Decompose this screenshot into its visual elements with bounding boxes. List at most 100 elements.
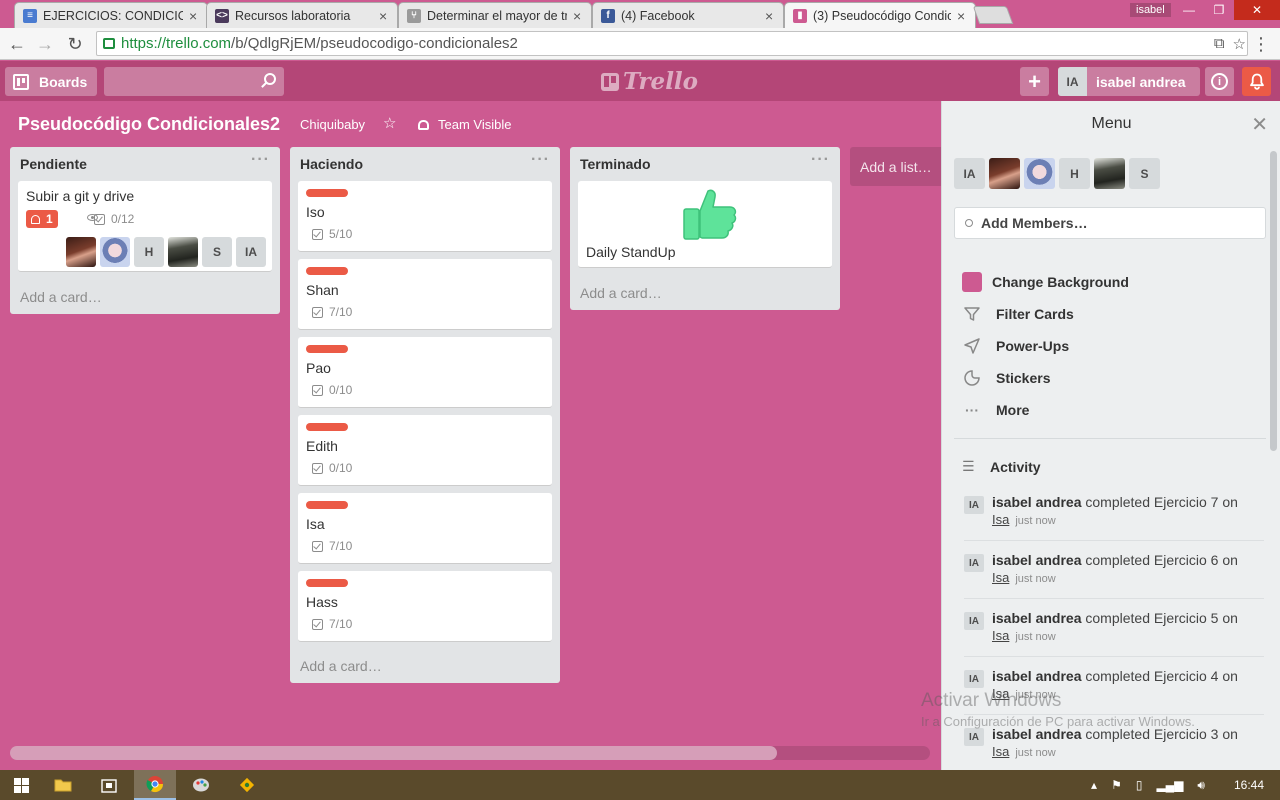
avatar[interactable]: S bbox=[1129, 158, 1160, 189]
browser-tab-4[interactable]: f (4) Facebook × bbox=[592, 2, 784, 28]
list-header[interactable]: Pendiente ··· bbox=[10, 147, 280, 179]
star-icon[interactable]: ☆ bbox=[383, 114, 396, 132]
more-options-icon[interactable]: ··· bbox=[251, 151, 270, 169]
member-menu-button[interactable]: IA isabel andrea bbox=[1058, 67, 1200, 96]
add-members-button[interactable]: Add Members… bbox=[954, 207, 1266, 239]
avatar[interactable]: IA bbox=[236, 237, 266, 267]
back-arrow-icon[interactable]: ← bbox=[6, 33, 28, 55]
battery-icon[interactable]: ▯ bbox=[1136, 778, 1143, 792]
card[interactable]: Iso 5/10 bbox=[298, 181, 552, 252]
menu-item-more[interactable]: ··· More bbox=[962, 402, 1029, 418]
close-tab-icon[interactable]: × bbox=[379, 8, 389, 24]
browser-tab-1[interactable]: ≡ EJERCICIOS: CONDICIONALES × bbox=[14, 2, 208, 28]
close-window-icon[interactable]: ✕ bbox=[1234, 0, 1280, 20]
avatar[interactable] bbox=[168, 237, 198, 267]
more-options-icon[interactable]: ··· bbox=[531, 151, 550, 169]
activity-user[interactable]: isabel andrea bbox=[992, 494, 1082, 510]
chrome-taskbar-icon[interactable] bbox=[134, 770, 176, 800]
git-tool-icon[interactable] bbox=[226, 770, 268, 800]
browser-profile-chip[interactable]: isabel bbox=[1130, 3, 1171, 17]
browser-tab-3[interactable]: ⑂ Determinar el mayor de tres × bbox=[398, 2, 592, 28]
avatar[interactable]: H bbox=[134, 237, 164, 267]
start-button[interactable] bbox=[0, 770, 42, 800]
board-horizontal-scrollbar[interactable] bbox=[10, 746, 930, 760]
clock[interactable]: 16:44 bbox=[1234, 778, 1264, 792]
avatar[interactable]: IA bbox=[954, 158, 985, 189]
boards-button[interactable]: Boards bbox=[5, 67, 98, 96]
list-header[interactable]: Terminado ··· bbox=[570, 147, 840, 179]
activity-user[interactable]: isabel andrea bbox=[992, 610, 1082, 626]
avatar[interactable]: IA bbox=[964, 670, 984, 688]
close-tab-icon[interactable]: × bbox=[573, 8, 583, 24]
card[interactable]: Isa 7/10 bbox=[298, 493, 552, 564]
forward-arrow-icon[interactable]: → bbox=[34, 33, 56, 55]
board-title[interactable]: Pseudocódigo Condicionales2 bbox=[18, 114, 280, 135]
add-card-link[interactable]: Add a card… bbox=[300, 658, 382, 674]
close-icon[interactable]: ✕ bbox=[1251, 112, 1268, 137]
avatar[interactable]: IA bbox=[964, 728, 984, 746]
avatar[interactable]: IA bbox=[964, 496, 984, 514]
add-card-link[interactable]: Add a card… bbox=[580, 285, 662, 301]
menu-item-power-ups[interactable]: Power-Ups bbox=[962, 338, 1069, 354]
reload-icon[interactable]: ↻ bbox=[64, 33, 86, 55]
file-explorer-icon[interactable] bbox=[42, 770, 84, 800]
minimize-icon[interactable]: — bbox=[1174, 0, 1204, 20]
board-visibility-button[interactable]: Team Visible bbox=[418, 117, 511, 132]
close-tab-icon[interactable]: × bbox=[189, 8, 199, 24]
avatar[interactable] bbox=[989, 158, 1020, 189]
avatar[interactable]: H bbox=[1059, 158, 1090, 189]
card[interactable]: Edith 0/10 bbox=[298, 415, 552, 486]
card[interactable]: Shan 7/10 bbox=[298, 259, 552, 330]
new-tab-button[interactable] bbox=[972, 6, 1014, 24]
address-bar[interactable]: https://trello.com/b/QdlgRjEM/pseudocodi… bbox=[96, 31, 1248, 56]
avatar[interactable] bbox=[1024, 158, 1055, 189]
notifications-button[interactable] bbox=[1242, 67, 1271, 96]
card[interactable]: Subir a git y drive 1 0/12 H S IA bbox=[18, 181, 272, 272]
chevron-up-icon[interactable]: ▴ bbox=[1091, 778, 1097, 792]
signal-icon[interactable]: ▂▄▆ bbox=[1156, 778, 1183, 792]
activity-user[interactable]: isabel andrea bbox=[992, 668, 1082, 684]
add-card-link[interactable]: Add a card… bbox=[20, 289, 102, 305]
paint-icon[interactable] bbox=[180, 770, 222, 800]
menu-item-change-background[interactable]: Change Background bbox=[962, 272, 1129, 292]
activity-card-link[interactable]: Isa bbox=[992, 512, 1009, 527]
volume-icon[interactable]: 🔊︎ bbox=[1197, 778, 1205, 793]
avatar[interactable]: S bbox=[202, 237, 232, 267]
browser-tab-5[interactable]: ▮ (3) Pseudocódigo Condicionales2 × bbox=[784, 2, 976, 28]
search-input[interactable] bbox=[104, 67, 284, 96]
translate-icon[interactable]: ⧉ bbox=[1214, 35, 1225, 53]
activity-card-link[interactable]: Isa bbox=[992, 570, 1009, 585]
maximize-icon[interactable]: ❐ bbox=[1204, 0, 1234, 20]
info-button[interactable]: i bbox=[1205, 67, 1234, 96]
store-icon[interactable] bbox=[88, 770, 130, 800]
avatar[interactable] bbox=[1094, 158, 1125, 189]
card[interactable]: Hass 7/10 bbox=[298, 571, 552, 642]
card-title: Pao bbox=[306, 360, 331, 376]
trello-logo[interactable]: Trello bbox=[601, 68, 698, 95]
sidebar-scrollbar[interactable] bbox=[1270, 151, 1277, 451]
create-button[interactable]: + bbox=[1020, 67, 1049, 96]
list-header[interactable]: Haciendo ··· bbox=[290, 147, 560, 179]
avatar[interactable] bbox=[66, 237, 96, 267]
flag-icon[interactable]: ⚑ bbox=[1111, 778, 1122, 792]
bookmark-star-icon[interactable]: ☆ bbox=[1233, 35, 1246, 53]
close-tab-icon[interactable]: × bbox=[765, 8, 775, 24]
activity-card-link[interactable]: Isa bbox=[992, 744, 1009, 759]
card[interactable]: Pao 0/10 bbox=[298, 337, 552, 408]
activity-card-link[interactable]: Isa bbox=[992, 628, 1009, 643]
more-options-icon[interactable]: ··· bbox=[811, 151, 830, 169]
avatar[interactable]: IA bbox=[964, 612, 984, 630]
avatar[interactable] bbox=[100, 237, 130, 267]
chrome-menu-icon[interactable]: ⋮ bbox=[1252, 34, 1270, 55]
menu-item-stickers[interactable]: Stickers bbox=[962, 370, 1050, 386]
card[interactable]: Daily StandUp bbox=[578, 181, 832, 268]
board-org-button[interactable]: Chiquibaby bbox=[300, 117, 365, 132]
checklist-badge: 0/12 bbox=[94, 212, 134, 226]
scrollbar-thumb[interactable] bbox=[10, 746, 777, 760]
tab-title: EJERCICIOS: CONDICIONALES bbox=[43, 8, 183, 23]
browser-tab-2[interactable]: <> Recursos laboratoria × bbox=[206, 2, 398, 28]
avatar[interactable]: IA bbox=[964, 554, 984, 572]
activity-user[interactable]: isabel andrea bbox=[992, 552, 1082, 568]
menu-item-filter-cards[interactable]: Filter Cards bbox=[962, 306, 1074, 322]
close-tab-icon[interactable]: × bbox=[957, 8, 967, 24]
